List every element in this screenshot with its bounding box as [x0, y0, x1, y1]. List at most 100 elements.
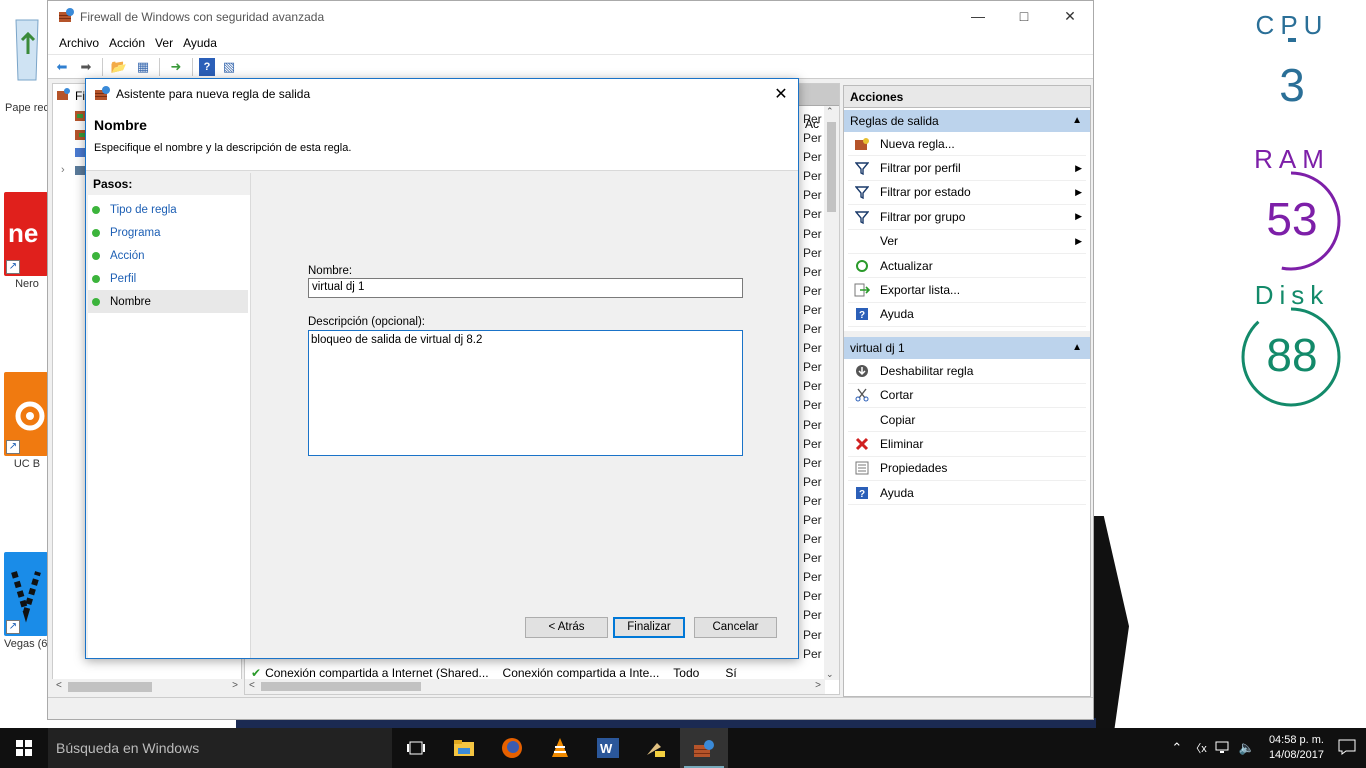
- wizard-titlebar[interactable]: Asistente para nueva regla de salida ✕: [86, 79, 798, 109]
- list-vertical-scrollbar[interactable]: ⌃ ⌄: [824, 106, 839, 680]
- action-item-filtrar-por-perfil[interactable]: Filtrar por perfil ▶: [848, 156, 1086, 181]
- help-icon[interactable]: ?: [199, 57, 215, 76]
- description-label: Descripción (opcional):: [308, 316, 425, 328]
- cancel-button[interactable]: Cancelar: [694, 617, 777, 638]
- submenu-arrow-icon: ▶: [1075, 162, 1082, 173]
- action-item-ver[interactable]: Ver ▶: [848, 230, 1086, 254]
- scroll-left-icon[interactable]: <: [56, 680, 62, 691]
- taskbar-firefox[interactable]: [488, 728, 536, 768]
- menu-archivo[interactable]: Archivo: [54, 36, 104, 50]
- action-item-deshabilitar-regla[interactable]: Deshabilitar regla: [848, 359, 1086, 384]
- menu-accion[interactable]: Acción: [104, 36, 150, 50]
- action-cell: Per: [803, 551, 822, 566]
- action-item-cortar[interactable]: Cortar: [848, 384, 1086, 408]
- desktop-icon-recycle-bin[interactable]: Pape rec: [4, 10, 50, 114]
- show-hidden-icons-icon[interactable]: ⌃: [1171, 740, 1182, 756]
- steps-title: Pasos:: [88, 173, 250, 195]
- step-rule-type[interactable]: Tipo de regla: [88, 198, 250, 221]
- notifications-icon[interactable]: [1338, 739, 1356, 758]
- back-arrow-icon[interactable]: ⬅: [52, 58, 72, 76]
- start-button[interactable]: [0, 728, 48, 768]
- action-item-ayuda[interactable]: ? Ayuda: [848, 303, 1086, 328]
- action-label: Ayuda: [880, 485, 914, 500]
- blank-icon: [854, 233, 870, 249]
- desktop-icon-vegas[interactable]: ↗ Vegas (64: [4, 552, 50, 650]
- action-cell: Per: [803, 417, 822, 432]
- shortcut-arrow-icon: ↗: [6, 260, 20, 274]
- action-item-copiar[interactable]: Copiar: [848, 408, 1086, 433]
- step-label: Acción: [110, 249, 145, 262]
- network-icon[interactable]: [1215, 740, 1231, 757]
- taskbar-firewall[interactable]: [680, 728, 728, 768]
- action-cell: Per: [803, 474, 822, 489]
- finish-button[interactable]: Finalizar: [613, 617, 685, 638]
- window-titlebar[interactable]: Firewall de Windows con seguridad avanza…: [48, 1, 1093, 32]
- up-folder-icon[interactable]: 📂: [109, 58, 129, 76]
- action-item-eliminar[interactable]: Eliminar: [848, 432, 1086, 457]
- actions-pane: Acciones Reglas de salida ▲ Nueva regla.…: [843, 85, 1091, 697]
- section-label: virtual dj 1: [850, 341, 905, 356]
- actions-header: Acciones: [844, 86, 1090, 108]
- close-button[interactable]: ✕: [1047, 1, 1093, 32]
- name-input[interactable]: virtual dj 1: [308, 278, 743, 298]
- taskbar-word[interactable]: W: [584, 728, 632, 768]
- tree-horizontal-scrollbar[interactable]: < >: [52, 679, 242, 695]
- action-item-actualizar[interactable]: Actualizar: [848, 254, 1086, 279]
- desktop-icon-nero[interactable]: ne ↗ Nero: [4, 192, 50, 290]
- step-profile[interactable]: Perfil: [88, 267, 250, 290]
- back-button[interactable]: < Atrás: [525, 617, 608, 638]
- action-cell: Per: [803, 169, 822, 184]
- scroll-right-icon[interactable]: >: [815, 680, 821, 691]
- taskbar-file-explorer[interactable]: [440, 728, 488, 768]
- desktop-icon-uc-browser[interactable]: ↗ UC B: [4, 372, 50, 470]
- scroll-left-icon[interactable]: <: [249, 680, 255, 691]
- collapse-icon[interactable]: ▲: [1072, 337, 1082, 359]
- list-horizontal-scrollbar[interactable]: < >: [245, 679, 825, 694]
- action-item-ayuda[interactable]: ? Ayuda: [848, 481, 1086, 506]
- taskbar-paint[interactable]: [632, 728, 680, 768]
- menu-ver[interactable]: Ver: [150, 36, 178, 50]
- taskbar-vlc[interactable]: [536, 728, 584, 768]
- action-cell: Per: [803, 283, 822, 298]
- action-item-nueva-regla[interactable]: Nueva regla...: [848, 132, 1086, 157]
- tree-root-item[interactable]: Fi: [57, 87, 85, 104]
- step-action[interactable]: Acción: [88, 244, 250, 267]
- wizard-title: Asistente para nueva regla de salida: [116, 87, 311, 101]
- collapse-icon[interactable]: ▲: [1072, 110, 1082, 132]
- action-cell: Per: [803, 455, 822, 470]
- scroll-up-icon[interactable]: ⌃: [826, 106, 834, 117]
- action-item-filtrar-por-grupo[interactable]: Filtrar por grupo ▶: [848, 205, 1086, 230]
- wizard-close-icon[interactable]: ✕: [764, 84, 798, 104]
- action-cell: Per: [803, 627, 822, 642]
- clock[interactable]: 04:58 p. m. 14/08/2017: [1269, 733, 1324, 763]
- actions-section-selected-rule[interactable]: virtual dj 1 ▲: [844, 337, 1090, 360]
- description-textarea[interactable]: bloqueo de salida de virtual dj 8.2: [308, 330, 743, 456]
- vegas-icon: ↗: [4, 552, 48, 636]
- maximize-button[interactable]: □: [1001, 1, 1047, 32]
- action-item-propiedades[interactable]: Propiedades: [848, 457, 1086, 482]
- tree-expand-icon[interactable]: ›: [61, 164, 65, 176]
- menu-ayuda[interactable]: Ayuda: [178, 36, 222, 50]
- volume-icon[interactable]: 🔈: [1239, 740, 1255, 756]
- minimize-button[interactable]: —: [955, 1, 1001, 32]
- properties-icon[interactable]: ▧: [219, 58, 239, 76]
- wizard-subtitle: Especifique el nombre y la descripción d…: [94, 142, 352, 154]
- input-language-icon[interactable]: 〈x: [1190, 740, 1207, 756]
- svg-text:W: W: [600, 741, 613, 756]
- scroll-right-icon[interactable]: >: [232, 680, 238, 691]
- action-item-filtrar-por-estado[interactable]: Filtrar por estado ▶: [848, 181, 1086, 206]
- desktop-icon-label: Vegas (64: [4, 638, 50, 650]
- step-program[interactable]: Programa: [88, 221, 250, 244]
- action-item-exportar-lista[interactable]: Exportar lista...: [848, 278, 1086, 303]
- action-label: Cortar: [880, 388, 914, 403]
- task-view-button[interactable]: [392, 728, 440, 768]
- action-cell: Per: [803, 646, 822, 661]
- forward-arrow-icon[interactable]: ➡: [76, 58, 96, 76]
- show-tree-icon[interactable]: ▦: [133, 58, 153, 76]
- actions-section-outbound-rules[interactable]: Reglas de salida ▲: [844, 110, 1090, 132]
- export-icon[interactable]: ➜: [166, 58, 186, 76]
- taskbar-search[interactable]: Búsqueda en Windows: [48, 728, 392, 768]
- scroll-down-icon[interactable]: ⌄: [826, 669, 834, 680]
- action-label: Actualizar: [880, 258, 933, 273]
- system-tray: ⌃ 〈x 🔈 04:58 p. m. 14/08/2017: [1171, 733, 1366, 763]
